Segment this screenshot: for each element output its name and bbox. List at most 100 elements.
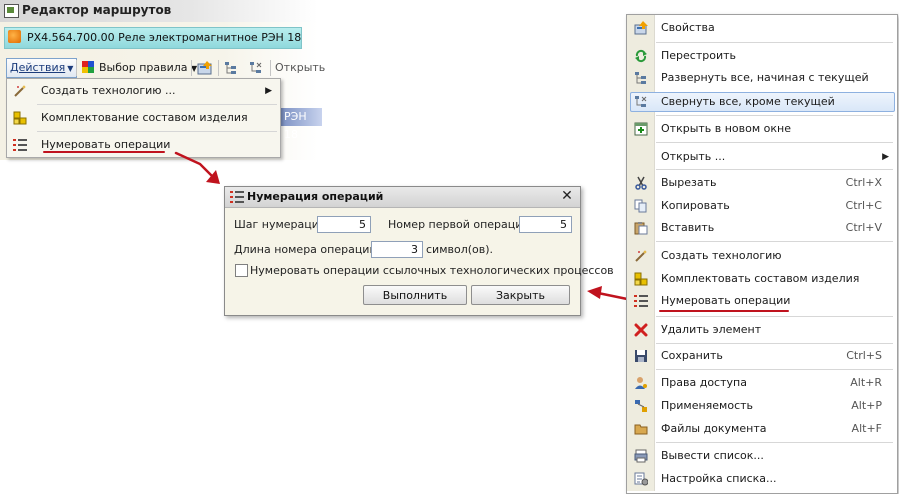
- rule-select-label: Выбор правила: [99, 61, 188, 74]
- first-op-input[interactable]: 5: [519, 216, 572, 233]
- cm-label: Настройка списка...: [661, 472, 777, 485]
- menu-item-create-technology[interactable]: Создать технологию ... ▶: [7, 79, 280, 103]
- cm-item-assembly[interactable]: Комплектовать составом изделия: [627, 269, 895, 289]
- rebuild-icon: [634, 49, 648, 63]
- cm-shortcut: Ctrl+V: [845, 221, 882, 234]
- numbering-dialog: Нумерация операций ✕ Шаг нумерации: 5 Но…: [224, 186, 614, 316]
- assembly-icon: [634, 272, 648, 286]
- dialog-title: Нумерация операций: [247, 190, 384, 203]
- new-window-icon: [634, 122, 648, 136]
- cm-item-access-rights[interactable]: Права доступа Alt+R: [627, 373, 895, 393]
- close-icon[interactable]: ✕: [559, 188, 575, 204]
- save-icon: [634, 349, 648, 363]
- menu-separator: [656, 169, 893, 170]
- cm-shortcut: Ctrl+X: [845, 176, 882, 189]
- paste-icon: [634, 221, 648, 235]
- cm-item-save[interactable]: Сохранить Ctrl+S: [627, 346, 895, 366]
- document-tab[interactable]: РЭН 18: [280, 108, 322, 141]
- app-window-icon: [4, 4, 19, 18]
- assembly-icon: [13, 111, 27, 125]
- menu-separator: [656, 142, 893, 143]
- actions-menu-button[interactable]: Действия ▼: [6, 58, 78, 78]
- cm-item-create-technology[interactable]: Создать технологию: [627, 246, 895, 266]
- cm-item-cut[interactable]: Вырезать Ctrl+X: [627, 173, 895, 193]
- part-icon: [8, 30, 21, 43]
- cm-item-print-list[interactable]: Вывести список...: [627, 446, 895, 466]
- scissors-icon: [634, 176, 648, 190]
- cm-item-properties[interactable]: Свойства: [627, 18, 895, 38]
- cm-label: Свойства: [661, 21, 715, 34]
- execute-button[interactable]: Выполнить: [363, 285, 467, 305]
- cm-label: Вывести список...: [661, 449, 764, 462]
- menu-separator: [656, 442, 893, 443]
- cm-label: Вставить: [661, 221, 715, 234]
- menu-item-number-operations[interactable]: Нумеровать операции: [7, 133, 280, 157]
- reference-processes-checkbox[interactable]: [235, 264, 248, 277]
- properties-icon: [634, 21, 648, 35]
- cm-item-paste[interactable]: Вставить Ctrl+V: [627, 218, 895, 238]
- menu-separator: [656, 343, 893, 344]
- list-settings-icon: [634, 472, 648, 486]
- cm-shortcut: Alt+R: [850, 376, 882, 389]
- toolbar-separator: [76, 60, 77, 76]
- rule-select-icon: [82, 61, 94, 73]
- toolbar-separator: [270, 60, 271, 76]
- cm-item-delete[interactable]: Удалить элемент: [627, 320, 895, 340]
- cm-label: Открыть ...: [661, 150, 726, 163]
- cm-label: Перестроить: [661, 49, 736, 62]
- cm-item-expand-all[interactable]: Развернуть все, начиная с текущей: [627, 68, 895, 88]
- numbered-list-icon: [230, 190, 244, 204]
- annotation-underline: [659, 310, 789, 312]
- access-rights-icon: [634, 376, 648, 390]
- numbered-list-icon: [634, 294, 648, 308]
- cm-item-open-new-window[interactable]: Открыть в новом окне: [627, 119, 895, 139]
- cm-item-collapse-all[interactable]: Свернуть все, кроме текущей: [627, 92, 895, 112]
- close-button[interactable]: Закрыть: [471, 285, 570, 305]
- copy-icon: [634, 199, 648, 213]
- menu-separator: [656, 369, 893, 370]
- cm-label: Развернуть все, начиная с текущей: [661, 71, 869, 84]
- chevron-right-icon: ▶: [882, 152, 889, 162]
- chevron-down-icon: ▼: [67, 64, 74, 73]
- expand-tree-icon[interactable]: [224, 61, 238, 75]
- cm-item-applicability[interactable]: Применяемость Alt+P: [627, 396, 895, 416]
- open-button[interactable]: Открыть: [275, 60, 325, 76]
- chevron-right-icon: ▶: [265, 86, 272, 96]
- step-input[interactable]: 5: [317, 216, 371, 233]
- cm-item-rebuild[interactable]: Перестроить: [627, 46, 895, 66]
- first-op-label: Номер первой операции:: [388, 218, 534, 231]
- cm-item-list-settings[interactable]: Настройка списка...: [627, 469, 895, 489]
- numbered-list-icon: [13, 138, 27, 152]
- cm-shortcut: Ctrl+C: [845, 199, 882, 212]
- collapse-tree-icon[interactable]: [249, 61, 263, 75]
- menu-separator: [656, 241, 893, 242]
- length-input[interactable]: 3: [371, 241, 423, 258]
- cm-label: Копировать: [661, 199, 730, 212]
- cm-item-copy[interactable]: Копировать Ctrl+C: [627, 196, 895, 216]
- menu-item-label: Создать технологию ...: [41, 84, 176, 97]
- rule-select-button[interactable]: Выбор правила ▼: [99, 60, 197, 77]
- step-label: Шаг нумерации:: [234, 218, 330, 231]
- menu-separator: [37, 104, 277, 105]
- properties-icon[interactable]: [197, 60, 213, 76]
- menu-separator: [656, 316, 893, 317]
- collapse-tree-icon: [634, 95, 648, 109]
- print-list-icon: [634, 449, 648, 463]
- menu-separator: [656, 115, 893, 116]
- cm-label: Открыть в новом окне: [661, 122, 792, 135]
- cm-item-document-files[interactable]: Файлы документа Alt+F: [627, 419, 895, 439]
- length-unit: символ(ов).: [426, 243, 494, 256]
- menu-item-assembly[interactable]: Комплектование составом изделия: [7, 106, 280, 130]
- toolbar-separator: [191, 60, 192, 76]
- expand-tree-icon: [634, 71, 648, 85]
- cm-label: Свернуть все, кроме текущей: [661, 95, 835, 108]
- cm-label: Нумеровать операции: [661, 294, 791, 307]
- toolbar-separator: [218, 60, 219, 76]
- object-title: РХ4.564.700.00 Реле электромагнитное РЭН…: [27, 31, 302, 44]
- menu-separator: [656, 42, 893, 43]
- checkbox-label: Нумеровать операции ссылочных технологич…: [250, 264, 614, 277]
- cm-item-open-submenu[interactable]: Открыть ... ▶: [627, 147, 895, 167]
- cm-label: Файлы документа: [661, 422, 767, 435]
- cm-item-number-operations[interactable]: Нумеровать операции: [627, 291, 895, 311]
- length-label: Длина номера операции:: [234, 243, 381, 256]
